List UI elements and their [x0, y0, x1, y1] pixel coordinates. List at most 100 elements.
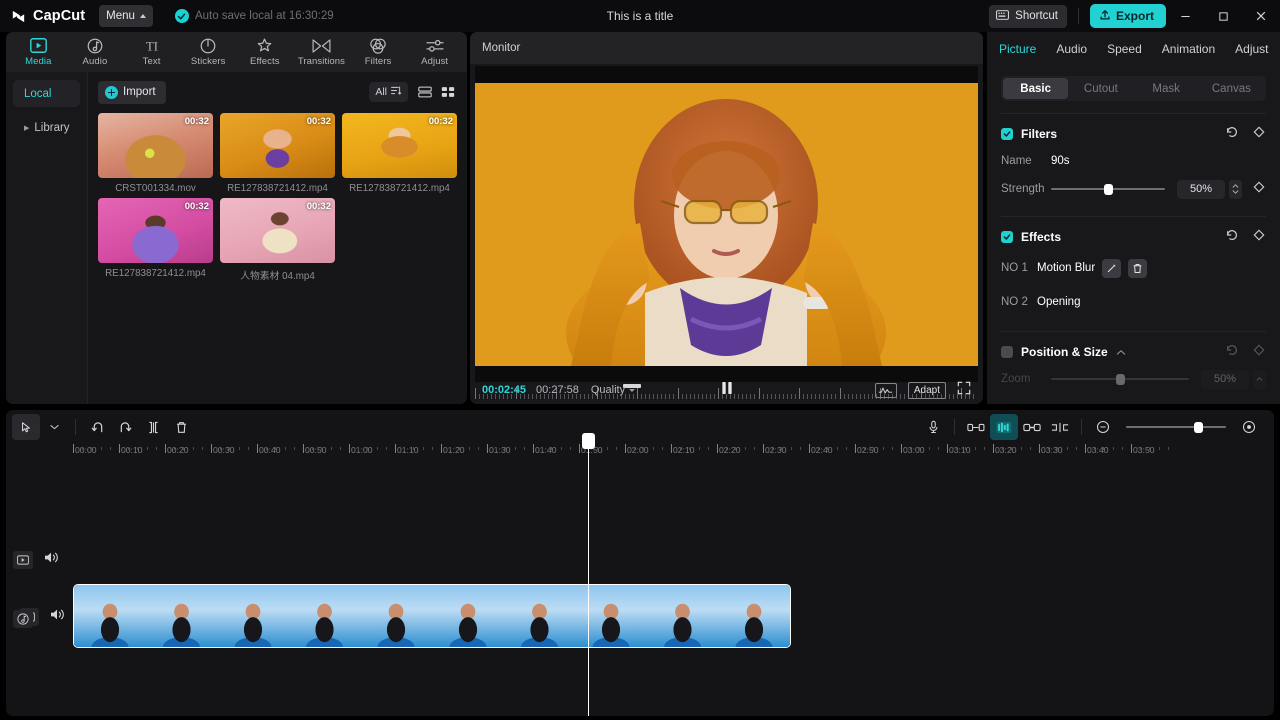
split-button[interactable] [139, 414, 167, 440]
effects-checkbox[interactable] [1001, 231, 1013, 243]
inspector-tab-speed[interactable]: Speed [1107, 42, 1142, 56]
video-stage[interactable] [475, 66, 978, 382]
undo-button[interactable] [83, 414, 111, 440]
adapt-button[interactable]: Adapt [907, 381, 946, 399]
media-item[interactable]: 00:32 人物素材 04.mp4 [220, 198, 335, 282]
media-tab-transitions[interactable]: Transitions [293, 32, 350, 72]
menu-button[interactable]: Menu [99, 5, 153, 27]
quality-dropdown[interactable]: Quality [591, 384, 636, 396]
inspector-tab-adjust[interactable]: Adjust [1235, 42, 1268, 56]
fullscreen-button[interactable] [957, 381, 971, 400]
media-tab-filters[interactable]: Filters [350, 32, 407, 72]
position-size-section-header[interactable]: Position & Size [987, 338, 1280, 366]
media-nav-local[interactable]: Local [13, 80, 80, 107]
timeline-ruler[interactable]: 00:00 00:10 00:20 00:30 00:40 00:50 01:00 01:10… [6, 444, 1274, 466]
inspector-segment-basic[interactable]: Basic [1003, 78, 1069, 99]
close-button[interactable] [1242, 0, 1280, 32]
slider-knob[interactable] [1104, 184, 1113, 195]
inspector-tab-picture[interactable]: Picture [999, 42, 1036, 56]
filters-checkbox[interactable] [1001, 128, 1013, 140]
media-thumbnail[interactable]: 00:32 [98, 113, 213, 178]
media-tab-stickers[interactable]: Stickers [180, 32, 237, 72]
media-item[interactable]: 00:32 RE127838721412.mp4 [98, 198, 213, 282]
media-tab-text[interactable]: TI Text [123, 32, 180, 72]
inspector-tab-audio[interactable]: Audio [1056, 42, 1087, 56]
export-button[interactable]: Export [1089, 4, 1166, 28]
zoom-slider[interactable] [1051, 374, 1189, 385]
inspector-tab-animation[interactable]: Animation [1162, 42, 1215, 56]
filter-strength-value[interactable]: 50% [1177, 179, 1225, 199]
shortcut-button[interactable]: Shortcut [989, 4, 1067, 28]
chevron-up-icon[interactable] [1116, 343, 1126, 361]
position-size-keyframe-diamond-icon[interactable] [1252, 343, 1266, 362]
slider-knob[interactable] [1194, 422, 1203, 433]
media-item[interactable]: 00:32 RE127838721412.mp4 [220, 113, 335, 194]
maximize-button[interactable] [1204, 0, 1242, 32]
volume-icon[interactable] [50, 608, 65, 626]
position-size-reset-icon[interactable] [1225, 343, 1239, 362]
position-size-checkbox[interactable] [1001, 346, 1013, 358]
effect-delete-trash-icon[interactable] [1128, 258, 1148, 278]
timeline-playhead[interactable] [582, 433, 595, 716]
media-nav-library[interactable]: ▶ Library [13, 114, 80, 141]
microphone-button[interactable] [919, 414, 947, 440]
ruler-minor-tick [496, 447, 498, 450]
crop-button[interactable] [1046, 414, 1074, 440]
effect-row[interactable]: NO 2 Opening [987, 285, 1280, 319]
import-button[interactable]: Import [98, 80, 166, 104]
media-thumbnail[interactable]: 00:32 [220, 113, 335, 178]
list-view-button[interactable] [415, 83, 434, 102]
media-tab-media[interactable]: Media [10, 32, 67, 72]
effects-keyframe-diamond-icon[interactable] [1252, 228, 1266, 247]
media-thumbnail[interactable]: 00:32 [342, 113, 457, 178]
media-item[interactable]: 00:32 CRST001334.mov [98, 113, 213, 194]
media-thumbnail[interactable]: 00:32 [98, 198, 213, 263]
redo-button[interactable] [111, 414, 139, 440]
ruler-minor-tick [404, 447, 406, 450]
video-track-volume-icon[interactable] [44, 551, 59, 569]
timeline-zoom-slider[interactable] [1126, 422, 1226, 433]
video-track-visibility-toggle[interactable] [13, 551, 33, 569]
media-tab-effects[interactable]: Effects [237, 32, 294, 72]
delete-button[interactable] [167, 414, 195, 440]
minimize-button[interactable] [1166, 0, 1204, 32]
inspector-segment-canvas[interactable]: Canvas [1199, 78, 1264, 99]
select-tool-dropdown[interactable] [40, 414, 68, 440]
zoom-value[interactable]: 50% [1201, 369, 1249, 389]
play-pause-button[interactable] [720, 381, 733, 400]
video-clip[interactable] [73, 584, 791, 648]
filters-reset-icon[interactable] [1225, 125, 1239, 144]
effects-title: Effects [1021, 230, 1062, 244]
audio-track-toggle[interactable] [13, 610, 33, 628]
inspector-panel: Picture Audio Speed Animation Adjust Basic Cu… [987, 32, 1280, 404]
media-tab-adjust[interactable]: Adjust [406, 32, 463, 72]
select-tool-button[interactable] [12, 414, 40, 440]
mirror-button[interactable] [962, 414, 990, 440]
inspector-segment-mask[interactable]: Mask [1134, 78, 1199, 99]
grid-view-button[interactable] [438, 83, 457, 102]
snap-grid-button[interactable] [990, 414, 1018, 440]
media-thumbnail[interactable]: 00:32 [220, 198, 335, 263]
zoom-in-button[interactable] [1235, 414, 1263, 440]
link-button[interactable] [1018, 414, 1046, 440]
effect-edit-pencil-icon[interactable] [1102, 258, 1122, 278]
zoom-out-button[interactable] [1089, 414, 1117, 440]
media-item[interactable]: 00:32 RE127838721412.mp4 [342, 113, 457, 194]
filter-dropdown[interactable]: All [369, 82, 408, 102]
zoom-stepper[interactable] [1253, 369, 1266, 389]
effect-row[interactable]: NO 1 Motion Blur [987, 251, 1280, 285]
slider-knob[interactable] [1115, 374, 1125, 385]
effects-reset-icon[interactable] [1225, 228, 1239, 247]
toolbar-divider [954, 419, 955, 435]
inspector-segment-cutout[interactable]: Cutout [1068, 78, 1133, 99]
ruler-minor-tick [735, 447, 737, 450]
filter-strength-keyframe-diamond-icon[interactable] [1252, 180, 1266, 199]
ruler-label: 02:00 [627, 445, 649, 455]
filter-strength-stepper[interactable] [1229, 179, 1242, 199]
media-tab-audio[interactable]: Audio [67, 32, 124, 72]
playhead-handle[interactable] [582, 433, 595, 449]
waveform-button[interactable] [874, 382, 897, 398]
ruler-minor-tick [827, 447, 829, 450]
filter-strength-slider[interactable] [1051, 184, 1165, 195]
filters-keyframe-diamond-icon[interactable] [1252, 125, 1266, 144]
